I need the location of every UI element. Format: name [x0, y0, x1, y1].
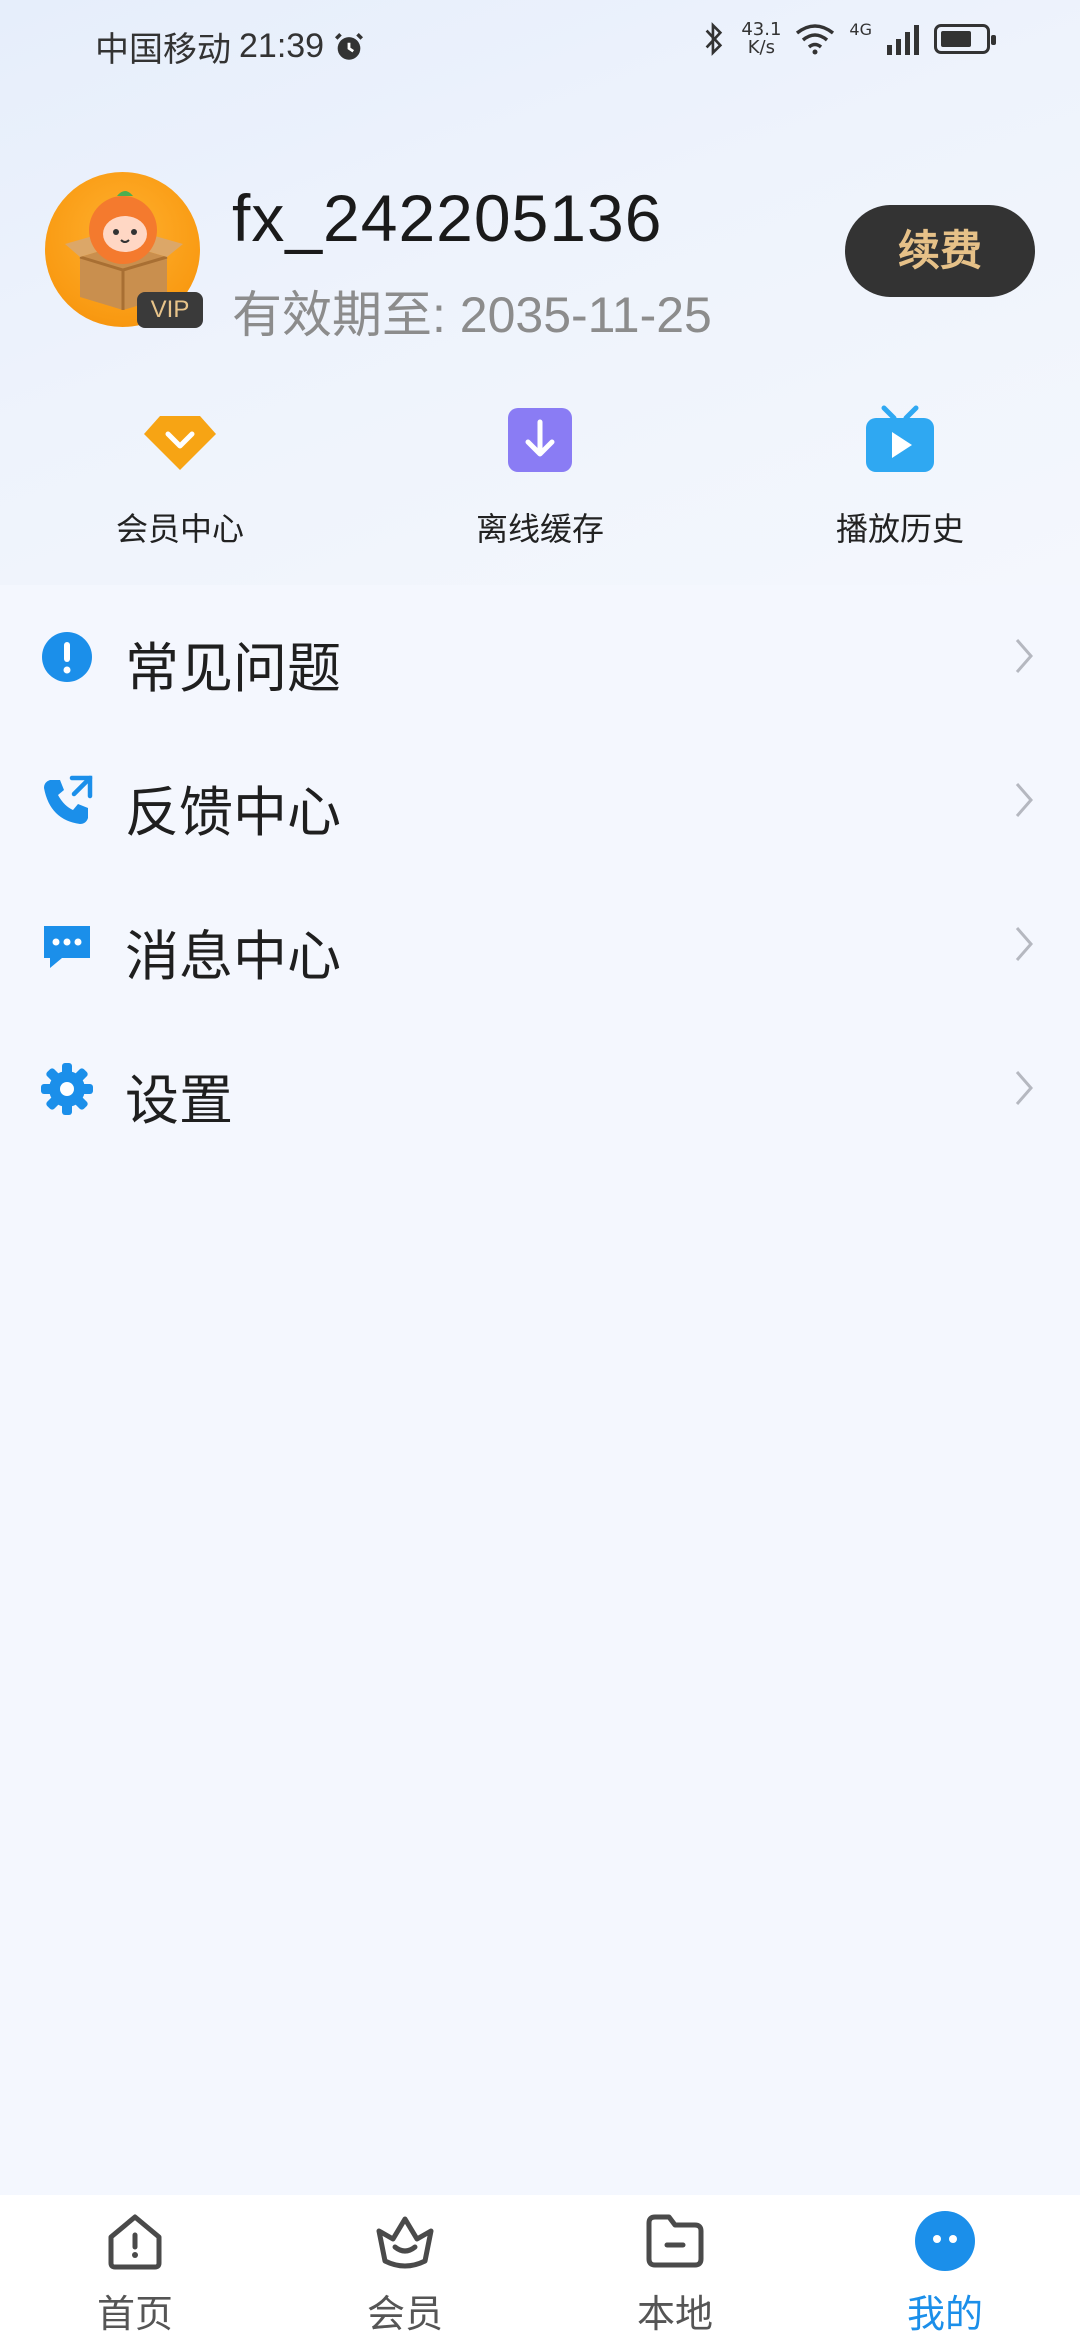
quick-action-label: 会员中心: [115, 510, 244, 548]
crown-icon: [376, 2216, 434, 2269]
menu-item-faq[interactable]: 常见问题: [0, 584, 1080, 728]
renew-button[interactable]: 续费: [845, 205, 1035, 297]
net-speed-unit: K/s: [747, 37, 775, 58]
username: fx_242205136: [232, 181, 663, 255]
quick-action-offline-cache[interactable]: 离线缓存: [420, 400, 660, 550]
nav-tab-mine[interactable]: 我的: [855, 2209, 1035, 2338]
chevron-right-icon: [1015, 1071, 1033, 1105]
diamond-icon: [144, 416, 216, 470]
profile-icon: [915, 2211, 975, 2271]
download-icon: [508, 408, 572, 472]
avatar[interactable]: VIP: [45, 172, 203, 328]
gear-icon: [41, 1063, 93, 1115]
chevron-right-icon: [1015, 927, 1033, 961]
chevron-right-icon: [1015, 639, 1033, 673]
vip-badge: VIP: [137, 292, 203, 328]
nav-tab-local[interactable]: 本地: [585, 2209, 765, 2338]
message-icon: [44, 926, 90, 968]
signal-icon: [887, 25, 919, 55]
carrier-label: 中国移动: [95, 30, 231, 70]
bluetooth-icon: [705, 22, 723, 56]
membership-expiry: 有效期至: 2035-11-25: [232, 287, 712, 343]
menu-item-label: 常见问题: [125, 637, 341, 700]
quick-action-play-history[interactable]: 播放历史: [780, 400, 1020, 550]
menu-item-feedback[interactable]: 反馈中心: [0, 728, 1080, 872]
quick-action-label: 离线缓存: [475, 510, 604, 548]
net-speed: 43.1 K/s: [741, 21, 781, 57]
menu-item-settings[interactable]: 设置: [0, 1016, 1080, 1160]
quick-action-label: 播放历史: [835, 510, 964, 548]
nav-tab-member[interactable]: 会员: [315, 2209, 495, 2338]
phone-icon: [44, 775, 93, 824]
menu-item-label: 反馈中心: [125, 781, 341, 844]
status-left: 中国移动 21:39: [95, 22, 366, 71]
quick-action-member-center[interactable]: 会员中心: [60, 400, 300, 550]
tv-play-icon: [866, 405, 934, 472]
home-icon: [108, 2214, 162, 2270]
menu-item-messages[interactable]: 消息中心: [0, 872, 1080, 1016]
nav-tab-label: 会员: [366, 2292, 443, 2336]
menu-item-label: 消息中心: [125, 925, 341, 988]
nav-tab-home[interactable]: 首页: [45, 2209, 225, 2338]
bottom-nav: 首页 会员 本地 我的: [0, 2195, 1080, 2340]
battery-icon: [934, 24, 996, 54]
battery-fill: [941, 31, 971, 47]
alarm-icon: [335, 32, 364, 60]
info-icon: [42, 632, 92, 682]
nav-tab-label: 本地: [636, 2292, 713, 2336]
menu-item-label: 设置: [125, 1069, 233, 1132]
folder-icon: [646, 2214, 704, 2268]
nav-tab-label: 首页: [96, 2292, 173, 2336]
chevron-right-icon: [1015, 783, 1033, 817]
clock-label: 21:39: [239, 27, 325, 65]
status-bar: 中国移动 21:39 43.1 K/s 4G: [0, 0, 1080, 86]
status-right: 43.1 K/s 4G: [701, 20, 996, 58]
wifi-icon: [796, 24, 835, 55]
network-type: 4G: [849, 20, 872, 39]
nav-tab-label: 我的: [906, 2292, 983, 2336]
